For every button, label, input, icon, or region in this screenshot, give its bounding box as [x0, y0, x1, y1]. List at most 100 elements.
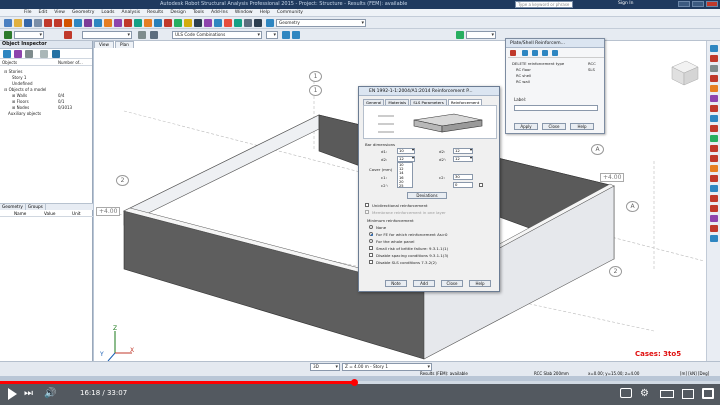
- save-icon[interactable]: [24, 19, 32, 27]
- menu-tools[interactable]: Tools: [193, 10, 204, 15]
- calc-icon[interactable]: [164, 19, 172, 27]
- rt-icon-5[interactable]: [710, 85, 718, 92]
- d1-combo[interactable]: 10: [397, 148, 415, 154]
- menu-design[interactable]: Design: [170, 10, 186, 15]
- plate-item-rc-shell[interactable]: RC shell: [516, 73, 531, 78]
- rt-icon-17[interactable]: [710, 205, 718, 212]
- supports-icon[interactable]: [114, 19, 122, 27]
- nonlinear-checkbox[interactable]: [365, 210, 369, 214]
- materials-icon[interactable]: [154, 19, 162, 27]
- next-case-icon[interactable]: [292, 31, 300, 39]
- calculator-icon[interactable]: [254, 19, 262, 27]
- rt-icon-16[interactable]: [710, 195, 718, 202]
- plate-close-button[interactable]: Close: [542, 123, 566, 130]
- radio-for-fe[interactable]: [369, 232, 373, 236]
- d1b-combo[interactable]: 12: [453, 148, 473, 154]
- new-icon[interactable]: [4, 19, 12, 27]
- undo-icon[interactable]: [44, 19, 52, 27]
- view-tool-icon[interactable]: [456, 31, 464, 39]
- redo-icon[interactable]: [54, 19, 62, 27]
- menu-addins[interactable]: Add-Ins: [211, 10, 228, 15]
- rt-icon-11[interactable]: [710, 145, 718, 152]
- rt-icon-1[interactable]: [710, 45, 718, 52]
- close-button[interactable]: Close: [441, 280, 463, 287]
- screen-icon[interactable]: [244, 19, 252, 27]
- rt-icon-7[interactable]: [710, 105, 718, 112]
- video-progress-knob[interactable]: [350, 379, 358, 386]
- case-combo[interactable]: ULS Code Combinations: [172, 31, 262, 39]
- next-icon[interactable]: ⏭: [24, 388, 33, 400]
- info-icon[interactable]: [52, 50, 60, 58]
- help-button[interactable]: Help: [469, 280, 491, 287]
- rt-icon-18[interactable]: [710, 215, 718, 222]
- radio-whole-panel[interactable]: [369, 239, 373, 243]
- report-icon[interactable]: [234, 19, 242, 27]
- tree-item-objects[interactable]: ⊟ Objects of a model: [4, 87, 46, 92]
- display-icon[interactable]: [150, 31, 158, 39]
- grid-icon[interactable]: [532, 50, 538, 56]
- plate-help-button[interactable]: Help: [570, 123, 594, 130]
- layout-combo[interactable]: Geometry: [276, 19, 366, 27]
- prev-case-icon[interactable]: [282, 31, 290, 39]
- paste-icon[interactable]: [84, 19, 92, 27]
- plate-item-sls[interactable]: SLS: [588, 67, 595, 72]
- rt-icon-14[interactable]: [710, 175, 718, 182]
- plate-item-rcc[interactable]: RCC: [588, 61, 596, 66]
- menu-loads[interactable]: Loads: [101, 10, 114, 15]
- print-icon[interactable]: [34, 19, 42, 27]
- close-window-button[interactable]: [706, 1, 718, 7]
- story-combo[interactable]: Z = 4.00 m - Story 1: [342, 363, 432, 371]
- pointer-icon[interactable]: [64, 31, 72, 39]
- cut-icon[interactable]: [64, 19, 72, 27]
- delete-icon[interactable]: [510, 50, 516, 56]
- minimize-button[interactable]: [678, 1, 690, 7]
- list-icon[interactable]: [522, 50, 528, 56]
- tree-item-story1[interactable]: Story 1: [12, 75, 26, 80]
- maximize-button[interactable]: [692, 1, 704, 7]
- miniplayer-icon[interactable]: [682, 389, 694, 399]
- rt-icon-19[interactable]: [710, 225, 718, 232]
- filter-icon[interactable]: [3, 50, 11, 58]
- apply-button[interactable]: Apply: [514, 123, 538, 130]
- details-icon[interactable]: [542, 50, 548, 56]
- maps-icon[interactable]: [194, 19, 202, 27]
- option-25[interactable]: 25: [399, 184, 412, 188]
- tree-item-nodes[interactable]: ⊞ Nodes: [12, 105, 29, 110]
- rt-icon-13[interactable]: [710, 165, 718, 172]
- open-icon[interactable]: [14, 19, 22, 27]
- sign-in-link[interactable]: Sign In: [618, 1, 633, 6]
- rt-icon-6[interactable]: [710, 95, 718, 102]
- menu-geometry[interactable]: Geometry: [72, 10, 94, 15]
- rt-icon-15[interactable]: [710, 185, 718, 192]
- add-button[interactable]: Add: [413, 280, 435, 287]
- deviations-button[interactable]: Deviations: [407, 192, 447, 199]
- spacing-checkbox[interactable]: [369, 253, 373, 257]
- rt-icon-8[interactable]: [710, 115, 718, 122]
- rt-icon-9[interactable]: [710, 125, 718, 132]
- tree-item-floors[interactable]: ⊞ Floors: [12, 99, 29, 104]
- sort-icon[interactable]: [25, 50, 33, 58]
- rt-icon-20[interactable]: [710, 235, 718, 242]
- volume-icon[interactable]: 🔊: [44, 388, 56, 400]
- plate-item-rc-wall[interactable]: RC wall: [516, 79, 530, 84]
- tree-item-undefined[interactable]: Undefined: [12, 81, 33, 86]
- unidirectional-checkbox[interactable]: [365, 203, 369, 207]
- geometry-layout-icon[interactable]: [266, 19, 274, 27]
- fullscreen-icon[interactable]: [702, 388, 714, 399]
- tree-item-auxiliary[interactable]: Auxiliary objects: [8, 111, 41, 116]
- rt-icon-12[interactable]: [710, 155, 718, 162]
- brittle-checkbox[interactable]: [369, 246, 373, 250]
- selection-combo[interactable]: [82, 31, 132, 39]
- c1b-input[interactable]: 30: [453, 174, 473, 180]
- rt-icon-4[interactable]: [710, 75, 718, 82]
- menu-analysis[interactable]: Analysis: [122, 10, 141, 15]
- cc-icon[interactable]: [620, 388, 632, 398]
- nodes-icon[interactable]: [104, 19, 112, 27]
- table-icon[interactable]: [214, 19, 222, 27]
- bars-icon[interactable]: [94, 19, 102, 27]
- plate-label-input[interactable]: [514, 105, 598, 111]
- plate-item-rc-floor[interactable]: RC floor: [516, 67, 531, 72]
- cover-checkbox[interactable]: [479, 183, 483, 187]
- settings-icon[interactable]: ⚙: [640, 388, 649, 400]
- help-icon[interactable]: [224, 19, 232, 27]
